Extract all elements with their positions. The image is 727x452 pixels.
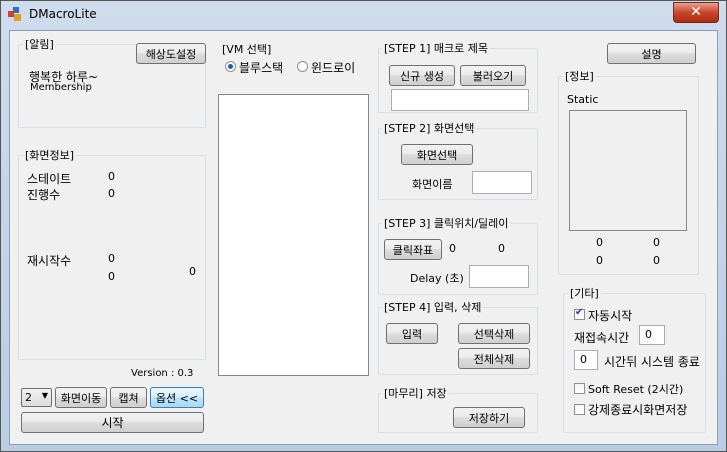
start-button[interactable]: 시작 xyxy=(21,412,204,433)
delay-input[interactable] xyxy=(469,265,529,288)
static-label: Static xyxy=(567,93,599,106)
force-save-checkbox[interactable] xyxy=(574,404,585,415)
select-screen-button[interactable]: 화면선택 xyxy=(401,144,473,165)
click-y-value: 0 xyxy=(498,242,505,255)
info-group: [정보] Static 0 0 0 0 xyxy=(558,70,699,275)
screen-name-input[interactable] xyxy=(472,171,532,194)
step3-group: [STEP 3] 클릭위치/딜레이 클릭좌표 0 0 Delay (초) xyxy=(378,217,538,295)
vm-option-windroy-radio[interactable] xyxy=(297,61,308,72)
shutdown-hours-input[interactable]: 0 xyxy=(574,350,598,370)
state-value: 0 xyxy=(108,170,115,183)
new-macro-button[interactable]: 신규 생성 xyxy=(389,65,455,86)
save-button[interactable]: 저장하기 xyxy=(453,407,525,428)
title-bar[interactable]: DMacroLite ✕ xyxy=(1,1,726,27)
auto-start-checkbox[interactable] xyxy=(574,307,585,320)
progress-value: 0 xyxy=(108,187,115,200)
info-value-1: 0 xyxy=(596,236,603,249)
click-x-value: 0 xyxy=(449,242,456,255)
click-coordinate-button[interactable]: 클릭좌표 xyxy=(384,239,442,260)
info-preview-box xyxy=(569,110,687,231)
auto-start-label[interactable]: 자동시작 xyxy=(588,307,632,324)
reconnect-time-label: 재접속시간 xyxy=(574,331,630,345)
move-screen-button[interactable]: 화면이동 xyxy=(55,387,107,408)
step3-legend: [STEP 3] 클릭위치/딜레이 xyxy=(382,217,511,230)
screen-info-extra-value: 0 xyxy=(189,265,196,278)
force-save-label[interactable]: 강제종료시화면저장 xyxy=(588,401,687,418)
state-label: 스테이트 xyxy=(27,172,72,186)
vm-option-bluestacks-radio[interactable] xyxy=(225,61,236,72)
restart-extra-value: 0 xyxy=(108,270,115,283)
step2-group: [STEP 2] 화면선택 화면선택 화면이름 xyxy=(378,122,538,200)
screen-info-group: [화면정보] 스테이트 0 진행수 0 재시작수 0 0 0 xyxy=(18,149,206,360)
info-value-4: 0 xyxy=(653,254,660,267)
vm-legend: [VM 선택] xyxy=(222,43,272,56)
version-label: Version : 0.3 xyxy=(131,368,194,379)
vm-option-windroy-label[interactable]: 윈드로이 xyxy=(311,59,355,76)
soft-reset-checkbox[interactable] xyxy=(574,383,585,394)
delete-all-button[interactable]: 전체삭제 xyxy=(458,348,530,369)
step4-legend: [STEP 4] 입력, 삭제 xyxy=(382,301,484,314)
step2-legend: [STEP 2] 화면선택 xyxy=(382,122,477,135)
step4-group: [STEP 4] 입력, 삭제 입력 선택삭제 전체삭제 xyxy=(378,301,538,375)
count-combo[interactable]: 2 ▼ xyxy=(21,388,52,407)
count-combo-value: 2 xyxy=(25,391,32,404)
load-macro-button[interactable]: 불러오기 xyxy=(460,65,526,86)
alarm-group: [알림] 해상도설정 행복한 하루~ Membership xyxy=(18,38,206,128)
input-button[interactable]: 입력 xyxy=(386,323,438,344)
etc-group: [기타] 자동시작 재접속시간 0 0 시간뒤 시스템 종료 Soft Rese… xyxy=(563,287,706,433)
delay-label: Delay (초) xyxy=(410,272,464,285)
shutdown-label: 시간뒤 시스템 종료 xyxy=(604,355,700,369)
capture-button[interactable]: 캡쳐 xyxy=(110,387,147,408)
finish-group: [마무리] 저장 저장하기 xyxy=(378,387,538,433)
chevron-down-icon: ▼ xyxy=(41,391,48,400)
alarm-legend: [알림] xyxy=(23,38,56,51)
app-icon xyxy=(8,7,21,21)
finish-legend: [마무리] 저장 xyxy=(382,387,449,400)
window-title: DMacroLite xyxy=(29,7,97,21)
progress-label: 진행수 xyxy=(27,188,61,202)
macro-list[interactable] xyxy=(218,94,369,376)
help-button[interactable]: 설명 xyxy=(607,43,696,64)
macro-title-input[interactable] xyxy=(391,89,529,111)
info-legend: [정보] xyxy=(563,70,596,83)
resolution-settings-button[interactable]: 해상도설정 xyxy=(136,43,206,64)
client-area: [알림] 해상도설정 행복한 하루~ Membership [화면정보] 스테이… xyxy=(9,30,718,445)
close-button[interactable]: ✕ xyxy=(673,2,719,23)
info-value-2: 0 xyxy=(653,236,660,249)
reconnect-time-input[interactable]: 0 xyxy=(639,325,665,345)
vm-option-bluestacks-label[interactable]: 블루스택 xyxy=(239,59,283,76)
screen-name-label: 화면이름 xyxy=(412,178,453,191)
screen-info-legend: [화면정보] xyxy=(23,149,77,162)
delete-selected-button[interactable]: 선택삭제 xyxy=(458,323,530,344)
restart-value: 0 xyxy=(108,252,115,265)
main-window: DMacroLite ✕ [알림] 해상도설정 행복한 하루~ Membersh… xyxy=(0,0,727,452)
step1-legend: [STEP 1] 매크로 제목 xyxy=(382,42,490,55)
options-button[interactable]: 옵션 << xyxy=(150,387,204,408)
etc-legend: [기타] xyxy=(568,287,601,300)
restart-label: 재시작수 xyxy=(27,254,72,268)
info-value-3: 0 xyxy=(596,254,603,267)
soft-reset-label[interactable]: Soft Reset (2시간) xyxy=(588,381,683,397)
step1-group: [STEP 1] 매크로 제목 신규 생성 불러오기 xyxy=(378,42,538,113)
alarm-membership: Membership xyxy=(30,82,92,93)
